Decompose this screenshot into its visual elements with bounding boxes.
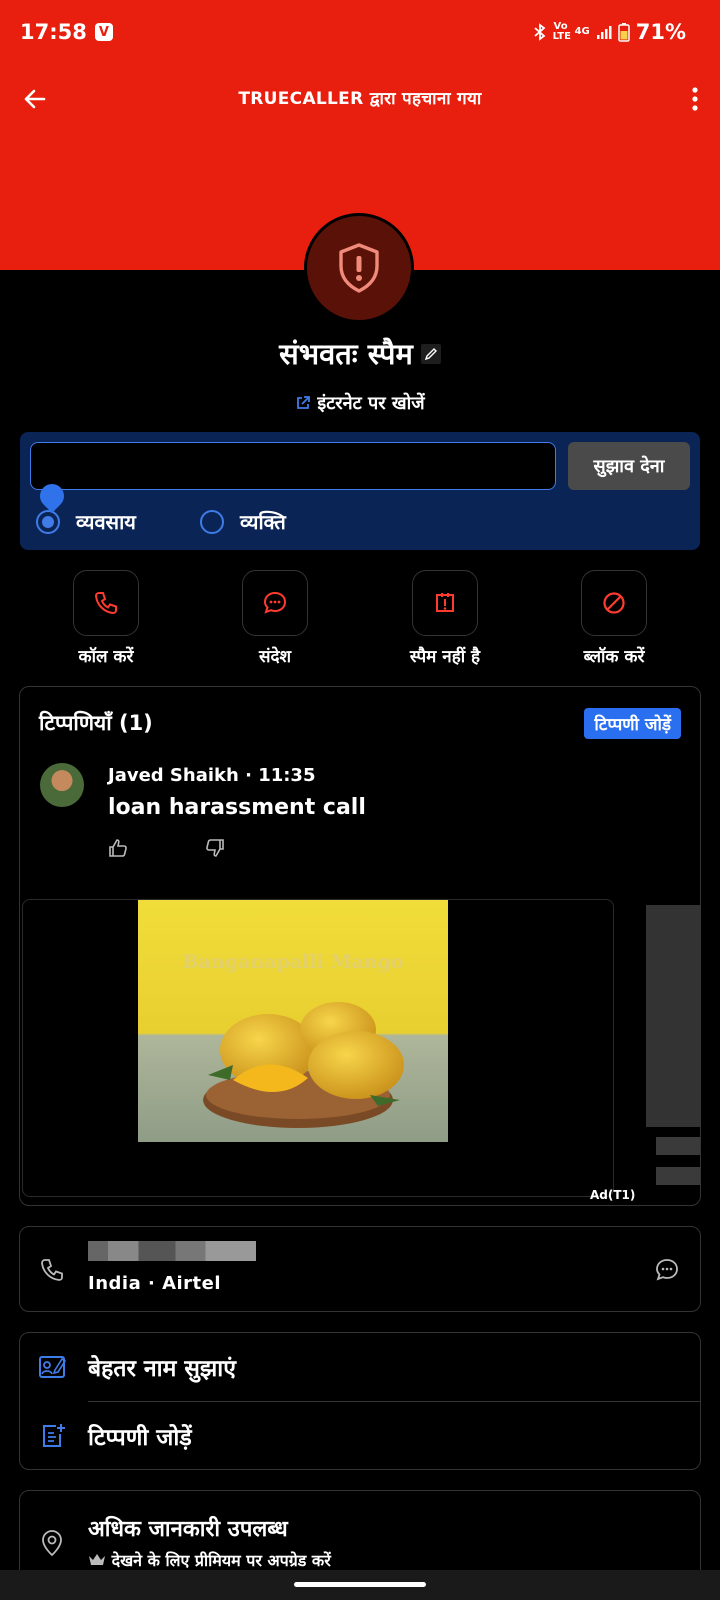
carrier-info: India · Airtel (88, 1273, 222, 1294)
search-internet-link[interactable]: इंटरनेट पर खोजें (0, 391, 720, 415)
system-nav-bar (0, 1570, 720, 1600)
shield-exclamation-icon (339, 243, 379, 293)
add-comment-option-label: टिप्पणी जोड़ें (88, 1425, 192, 1451)
external-link-icon (297, 396, 311, 409)
notification-badge-icon: V (94, 23, 113, 41)
more-options-button[interactable] (690, 84, 700, 114)
radio-business-circle (36, 509, 60, 534)
app-bar-title: TRUECALLER द्वारा पहचाना गया (238, 89, 482, 109)
upvote-button[interactable] (107, 837, 129, 859)
radio-person-circle (200, 509, 224, 534)
suggest-submit-button[interactable]: सुझाव देना (568, 442, 690, 490)
mango-ad-picture: Banganapalli Mango (138, 900, 448, 1142)
add-note-icon (43, 1424, 65, 1447)
thumbs-up-icon (109, 839, 127, 857)
status-bar: 17:58 V Vo LTE 4G 71% (0, 0, 720, 64)
options-card: बेहतर नाम सुझाएं टिप्पणी जोड़ें (19, 1332, 701, 1470)
radio-person[interactable]: व्यक्ति (200, 508, 286, 535)
add-comment-option[interactable]: टिप्पणी जोड़ें (20, 1402, 700, 1470)
bluetooth-icon (533, 23, 545, 41)
call-action-label: कॉल करें (78, 647, 134, 667)
ad-image[interactable]: Banganapalli Mango (138, 900, 448, 1142)
not-spam-action-label: स्पैम नहीं है (409, 647, 481, 667)
app-bar: TRUECALLER द्वारा पहचाना गया (0, 70, 720, 126)
location-pin-icon (42, 1530, 62, 1557)
battery-percent: 71% (635, 20, 686, 44)
kebab-menu-icon (692, 87, 698, 111)
thumbs-down-icon (206, 839, 224, 857)
profile-avatar (304, 213, 414, 323)
phone-icon (94, 592, 117, 615)
comment-text: loan harassment call (108, 795, 366, 820)
more-info-title: अधिक जानकारी उपलब्ध (88, 1517, 288, 1542)
edit-name-icon (39, 1356, 67, 1378)
suggest-better-name-option[interactable]: बेहतर नाम सुझाएं (20, 1333, 700, 1401)
volte-indicator: Vo LTE (552, 21, 571, 42)
suggest-name-input[interactable] (30, 442, 556, 490)
not-spam-icon (436, 593, 454, 612)
ad-carousel-placeholder (656, 1137, 700, 1155)
phone-icon (41, 1259, 63, 1281)
message-action-label: संदेश (258, 647, 292, 667)
edit-name-button[interactable] (420, 343, 441, 364)
downvote-button[interactable] (204, 837, 226, 859)
message-icon (263, 591, 287, 614)
radio-person-label: व्यक्ति (240, 510, 286, 534)
status-time: 17:58 (20, 20, 87, 44)
radio-business-label: व्यवसाय (76, 510, 136, 534)
comment-author-time: Javed Shaikh · 11:35 (108, 765, 316, 786)
message-icon[interactable] (654, 1257, 680, 1283)
ad-carousel-next[interactable] (646, 905, 700, 1127)
phone-number-card[interactable]: India · Airtel (19, 1226, 701, 1312)
ad-label: Ad(T1) (590, 1188, 636, 1202)
add-comment-button[interactable]: टिप्पणी जोड़ें (584, 708, 681, 739)
suggest-name-card: सुझाव देना व्यवसाय व्यक्ति (20, 432, 700, 550)
more-info-subtitle-row: देखने के लिए प्रीमियम पर अपग्रेड करें (88, 1549, 331, 1571)
pencil-icon (424, 347, 437, 360)
blurred-phone-number (88, 1241, 256, 1261)
message-action[interactable]: संदेश (205, 570, 345, 667)
suggest-better-name-label: बेहतर नाम सुझाएं (88, 1356, 236, 1382)
block-action[interactable]: ब्लॉक करें (544, 570, 684, 667)
block-action-label: ब्लॉक करें (583, 647, 645, 667)
caller-name-row: संभवतः स्पैम (0, 334, 720, 373)
more-info-subtitle: देखने के लिए प्रीमियम पर अपग्रेड करें (111, 1551, 331, 1570)
call-action[interactable]: कॉल करें (36, 570, 176, 667)
home-gesture-pill[interactable] (294, 1582, 426, 1587)
network-type: 4G (574, 26, 590, 37)
action-row: कॉल करें संदेश स्पैम नहीं है ब्लॉक करें (0, 570, 720, 670)
crown-icon (89, 1554, 105, 1565)
ad-image-caption: Banganapalli Mango (183, 951, 404, 973)
search-internet-label: इंटरनेट पर खोजें (317, 393, 425, 414)
battery-icon (617, 23, 630, 42)
block-icon (603, 592, 625, 614)
not-spam-action[interactable]: स्पैम नहीं है (375, 570, 515, 667)
ad-carousel-placeholder (656, 1167, 700, 1185)
signal-icon (596, 26, 612, 39)
commenter-avatar (40, 763, 84, 807)
caller-name: संभवतः स्पैम (279, 337, 413, 371)
comments-title: टिप्पणियाँ (1) (39, 711, 153, 735)
